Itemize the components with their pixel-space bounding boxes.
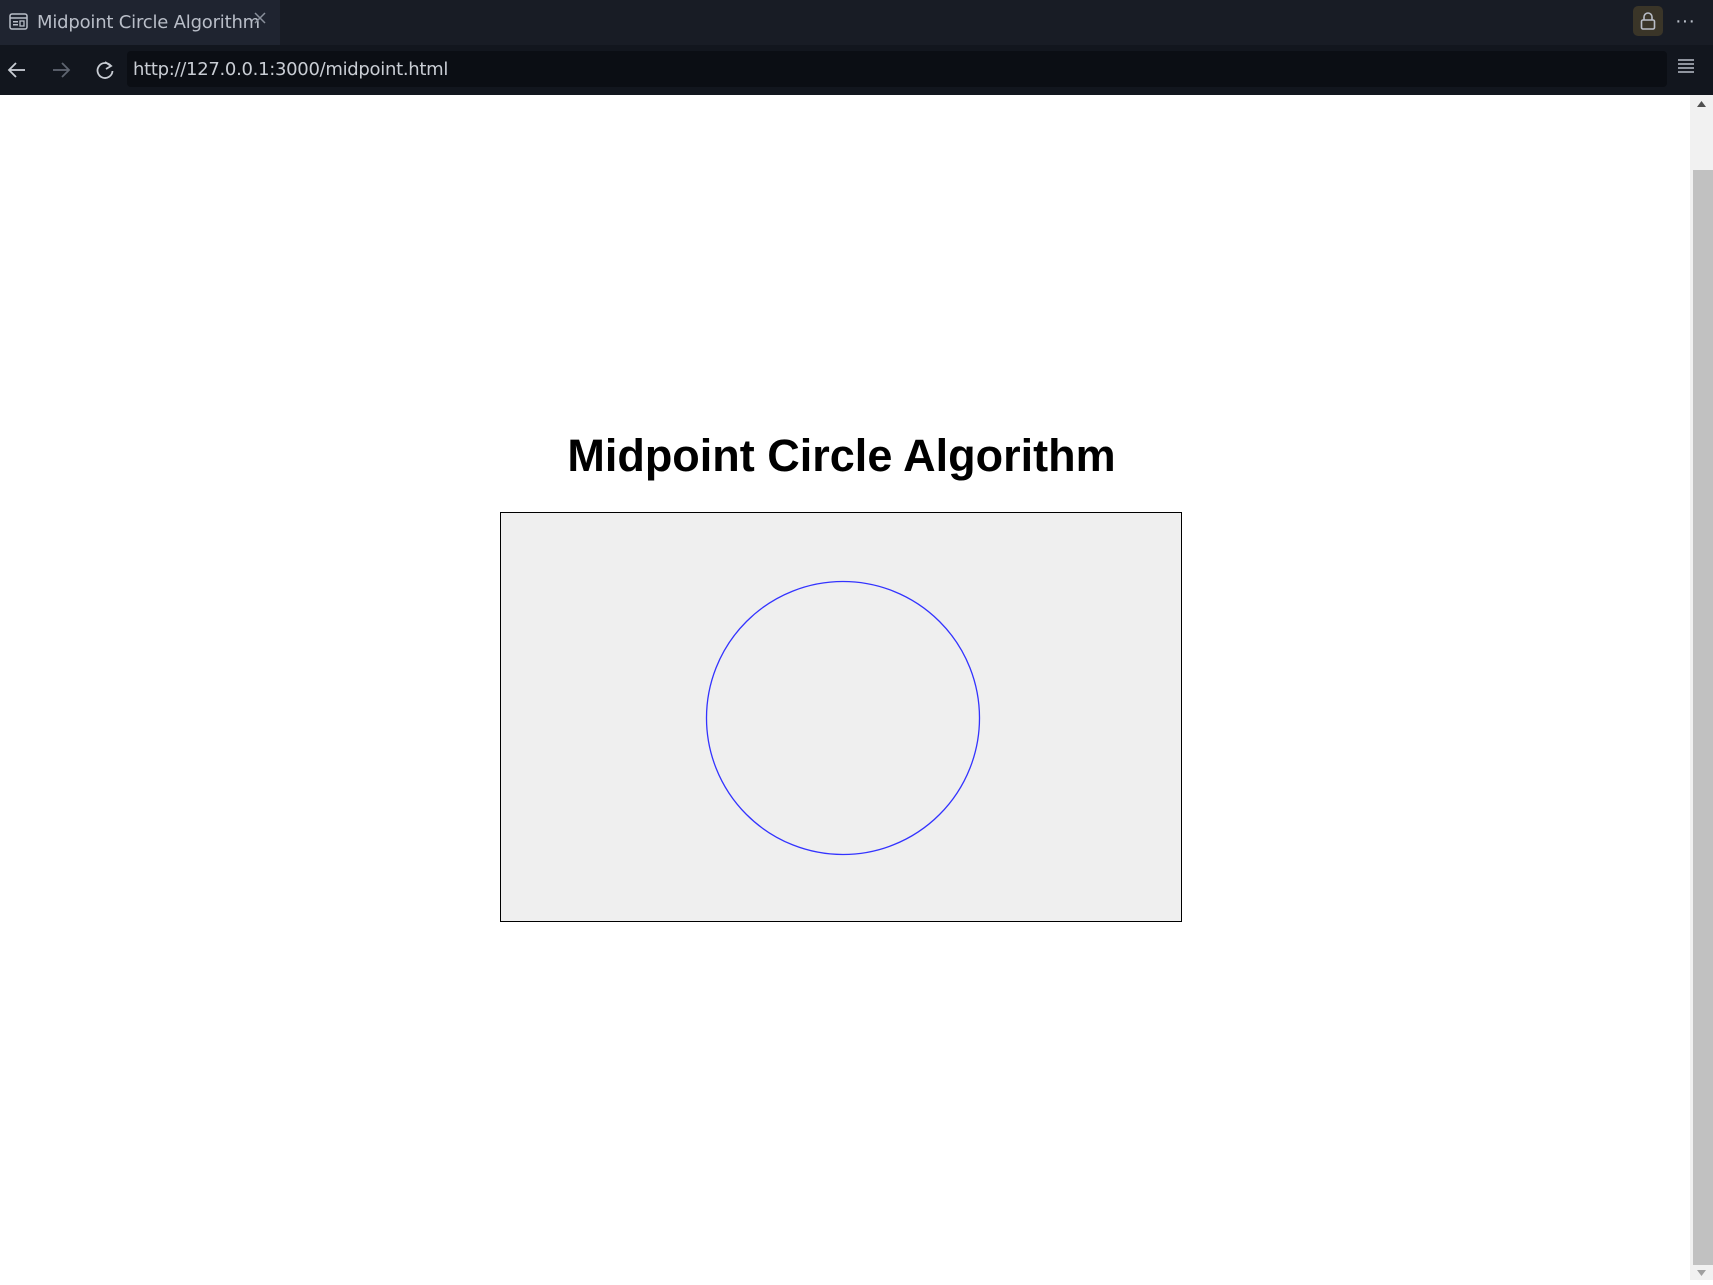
reload-button[interactable]: [90, 55, 120, 85]
forward-button[interactable]: [46, 55, 76, 85]
address-bar[interactable]: http://127.0.0.1:3000/midpoint.html: [127, 51, 1667, 87]
close-icon[interactable]: [252, 10, 268, 26]
scroll-up-button[interactable]: [1690, 95, 1713, 115]
scrollbar-thumb[interactable]: [1693, 170, 1713, 1265]
tab-bar: Midpoint Circle Algorithm ···: [0, 0, 1713, 45]
page-icon: [9, 13, 28, 30]
browser-tab[interactable]: Midpoint Circle Algorithm: [0, 0, 280, 45]
navigation-bar: http://127.0.0.1:3000/midpoint.html: [0, 45, 1713, 95]
back-button[interactable]: [2, 55, 32, 85]
page-viewport: Midpoint Circle Algorithm: [0, 95, 1690, 1280]
scroll-down-button[interactable]: [1690, 1265, 1713, 1280]
vertical-scrollbar[interactable]: [1690, 95, 1713, 1280]
page-title: Midpoint Circle Algorithm: [567, 430, 1116, 481]
tab-title: Midpoint Circle Algorithm: [37, 12, 261, 33]
menu-icon: [1676, 59, 1696, 79]
midpoint-circle: [705, 580, 981, 856]
more-options-button[interactable]: ···: [1671, 8, 1699, 34]
url-text: http://127.0.0.1:3000/midpoint.html: [133, 59, 449, 80]
canvas-drawing: [705, 580, 981, 856]
lock-button[interactable]: [1633, 6, 1663, 36]
drawing-canvas[interactable]: [500, 512, 1182, 922]
menu-button[interactable]: [1676, 57, 1706, 83]
